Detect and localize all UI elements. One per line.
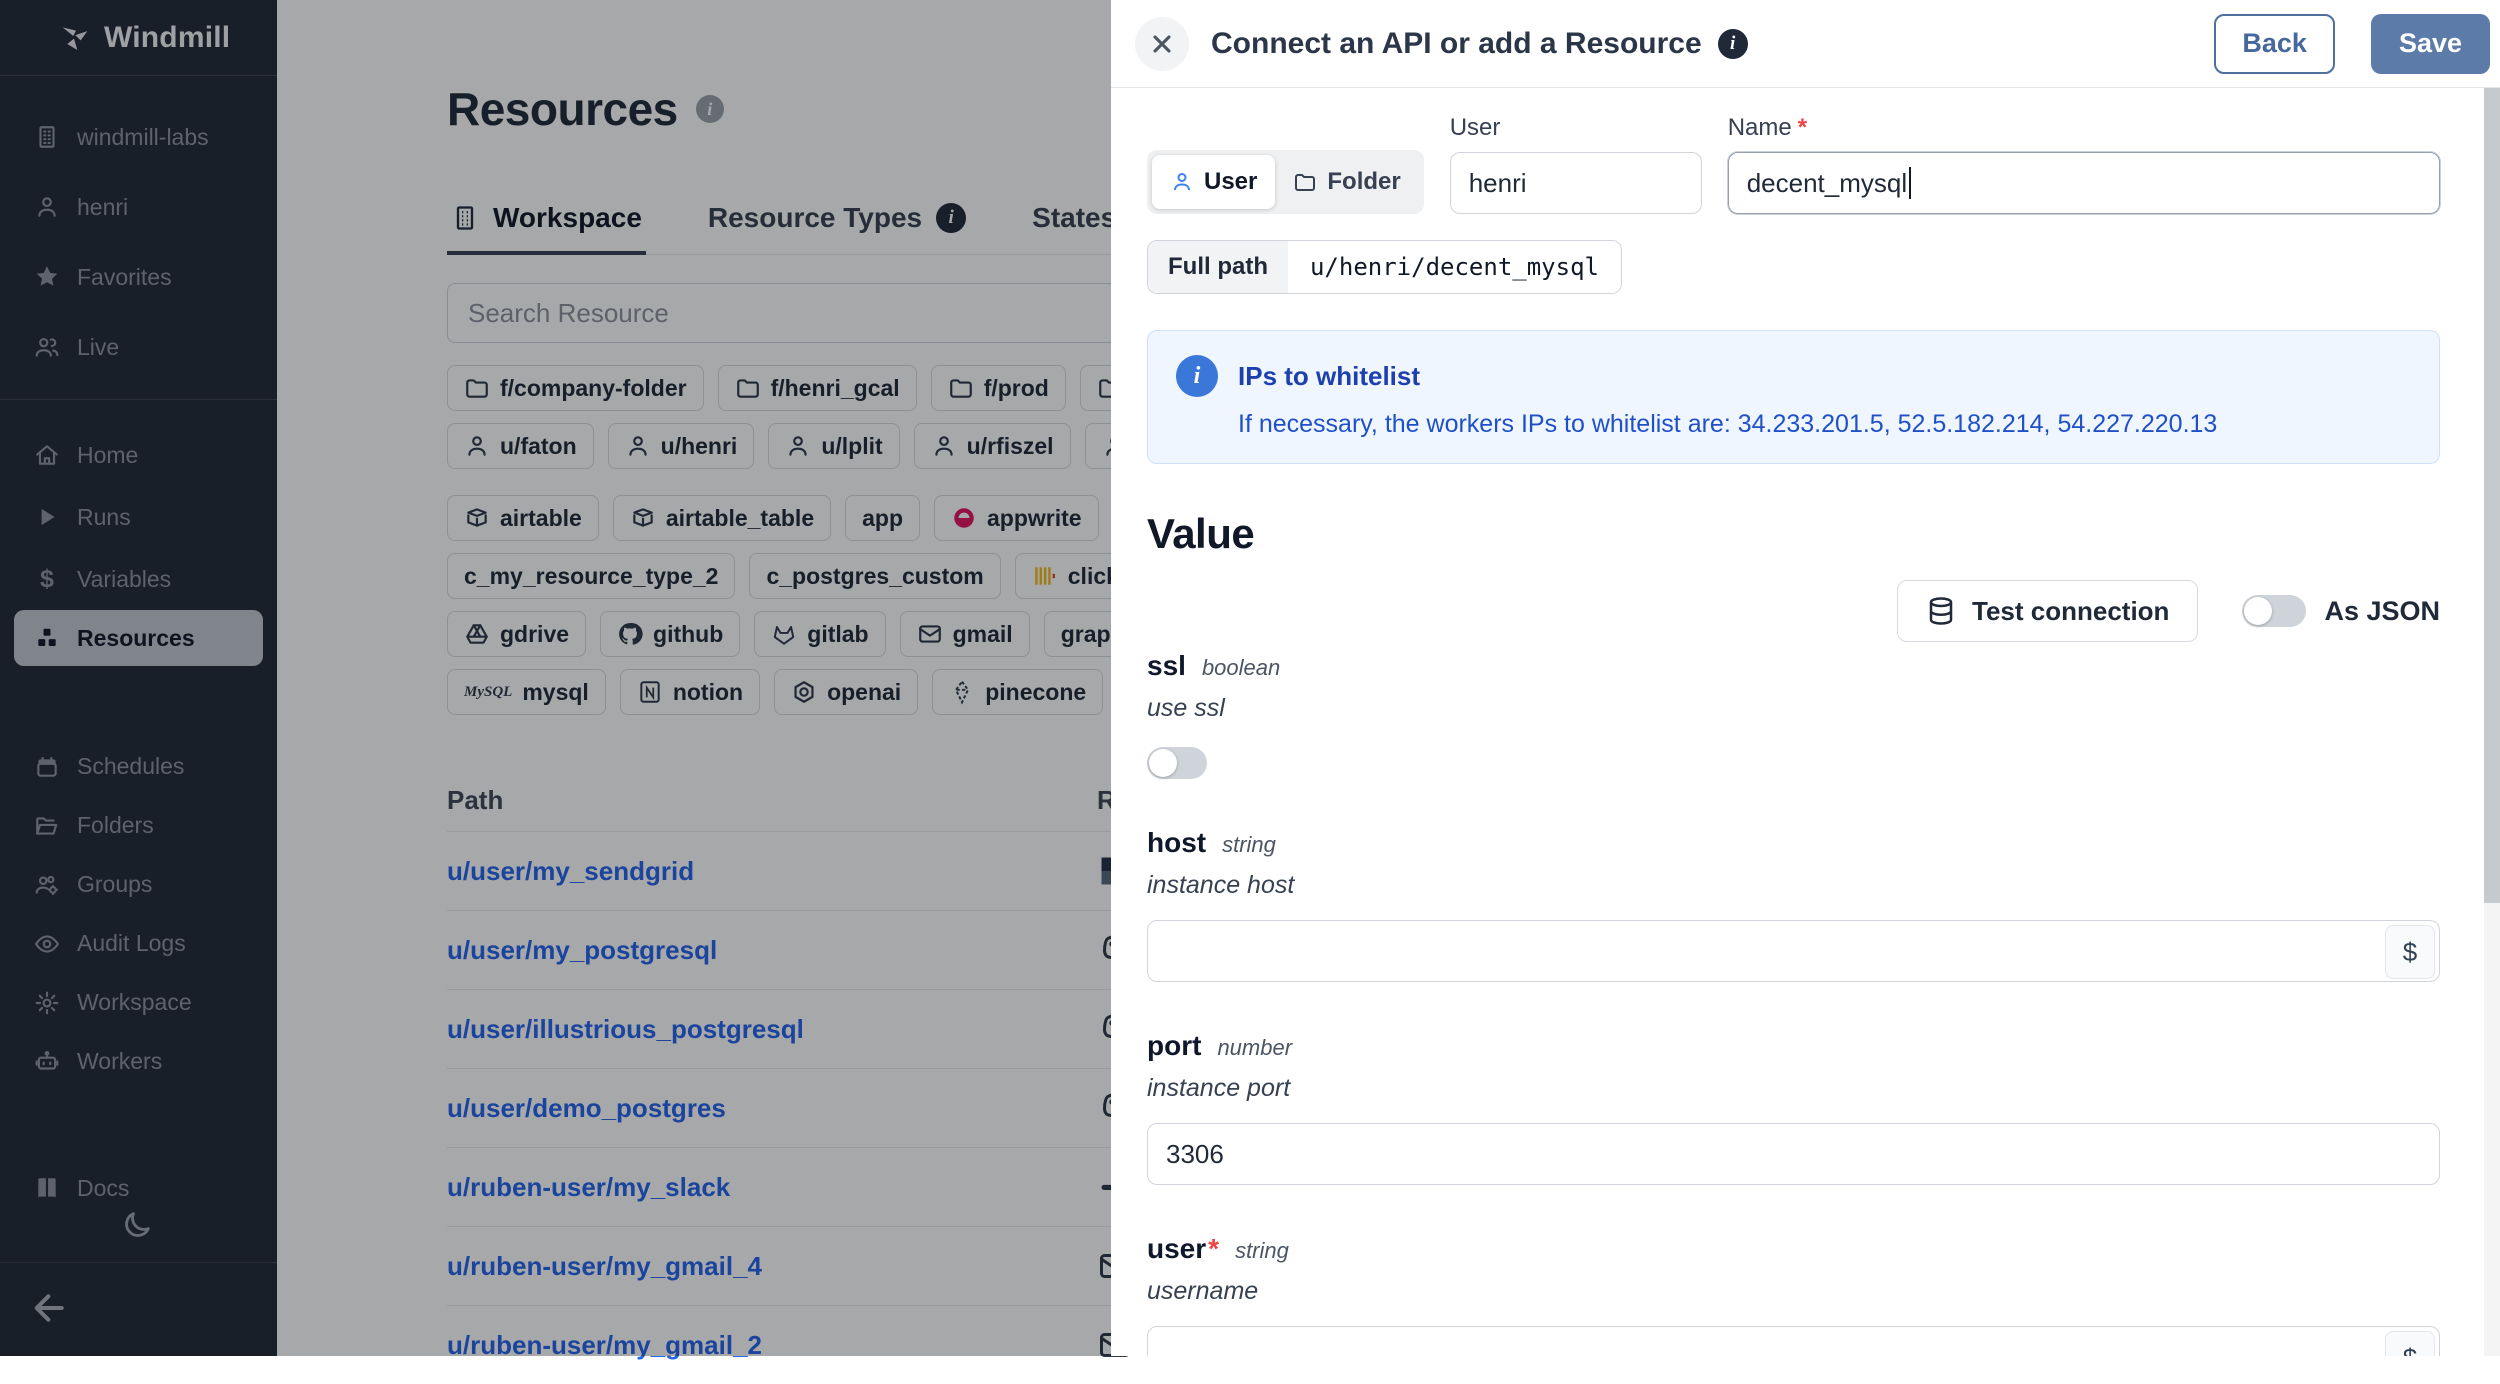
field-description: instance port bbox=[1147, 1074, 1291, 1102]
required-asterisk: * bbox=[1797, 114, 1808, 141]
name-field-label: Name * bbox=[1727, 114, 1808, 141]
user-icon bbox=[1170, 170, 1194, 194]
owner-user-tab[interactable]: User bbox=[1152, 155, 1276, 209]
field-type: string bbox=[1235, 1238, 1289, 1263]
field-name: ssl bbox=[1147, 650, 1186, 681]
folder-icon bbox=[1293, 170, 1317, 194]
required-asterisk: * bbox=[1208, 1233, 1220, 1264]
value-heading: Value bbox=[1147, 510, 1255, 557]
infobox-body: If necessary, the workers IPs to whiteli… bbox=[1238, 410, 2218, 438]
close-icon bbox=[1148, 30, 1176, 58]
add-resource-drawer: Connect an API or add a Resource i Back … bbox=[1111, 0, 2500, 1356]
field-description: use ssl bbox=[1147, 694, 1225, 722]
full-path: Full path u/henri/decent_mysql bbox=[1147, 240, 1622, 294]
port-input[interactable] bbox=[1147, 1123, 2440, 1185]
field-description: instance host bbox=[1147, 871, 1295, 899]
user-field-input[interactable] bbox=[1449, 152, 1702, 214]
infobox-title: IPs to whitelist bbox=[1238, 361, 1421, 391]
drawer-title: Connect an API or add a Resource bbox=[1211, 26, 1702, 60]
owner-folder-label: Folder bbox=[1327, 168, 1401, 195]
owner-kind-toggle: User Folder bbox=[1147, 150, 1424, 214]
field-name: port bbox=[1147, 1030, 1202, 1061]
drawer-scrollbar[interactable] bbox=[2484, 88, 2500, 1356]
host-input[interactable] bbox=[1147, 920, 2440, 982]
ssl-toggle[interactable] bbox=[1147, 747, 1207, 779]
host-variable-picker-button[interactable]: $ bbox=[2385, 925, 2435, 979]
save-button[interactable]: Save bbox=[2370, 13, 2490, 74]
field-host: host string instance host $ bbox=[1147, 827, 2440, 982]
user-variable-picker-button[interactable]: $ bbox=[2385, 1331, 2435, 1356]
info-icon: i bbox=[1176, 355, 1218, 397]
user-field-label: User bbox=[1449, 114, 1501, 141]
scrollbar-thumb[interactable] bbox=[2484, 88, 2500, 903]
owner-user-label: User bbox=[1204, 168, 1258, 195]
field-name: host bbox=[1147, 827, 1207, 858]
field-user: user*stringusername$Required bbox=[1147, 1233, 2440, 1356]
drawer-body: User Folder User Name* decent_mysql bbox=[1111, 88, 2484, 1356]
back-button[interactable]: Back bbox=[2214, 13, 2335, 74]
database-icon bbox=[1926, 596, 1956, 626]
full-path-label: Full path bbox=[1148, 241, 1288, 293]
test-connection-button[interactable]: Test connection bbox=[1897, 580, 2199, 642]
as-json-label: As JSON bbox=[2324, 595, 2440, 626]
field-ssl: ssl boolean use ssl bbox=[1147, 650, 2440, 779]
name-field-input[interactable]: decent_mysql bbox=[1727, 152, 2440, 214]
field-type: boolean bbox=[1201, 655, 1281, 680]
user-input[interactable] bbox=[1147, 1326, 2440, 1356]
resource-schema-fields: ssl boolean use ssl host string instance host… bbox=[1147, 650, 2440, 1356]
drawer-header: Connect an API or add a Resource i Back … bbox=[1111, 0, 2500, 88]
drawer-overlay[interactable] bbox=[0, 0, 1111, 1356]
ips-whitelist-infobox: i IPs to whitelist If necessary, the wor… bbox=[1147, 330, 2440, 464]
owner-folder-tab[interactable]: Folder bbox=[1275, 155, 1418, 209]
drawer-title-info-icon[interactable]: i bbox=[1717, 28, 1748, 59]
field-description: username bbox=[1147, 1277, 1259, 1305]
field-port: port number instance port bbox=[1147, 1030, 2440, 1185]
field-name: user* bbox=[1147, 1233, 1220, 1264]
text-caret bbox=[1909, 167, 1912, 199]
field-type: number bbox=[1217, 1035, 1293, 1060]
close-drawer-button[interactable] bbox=[1135, 16, 1189, 71]
as-json-toggle[interactable] bbox=[2242, 595, 2307, 627]
full-path-value: u/henri/decent_mysql bbox=[1287, 241, 1621, 293]
field-type: string bbox=[1222, 832, 1276, 857]
